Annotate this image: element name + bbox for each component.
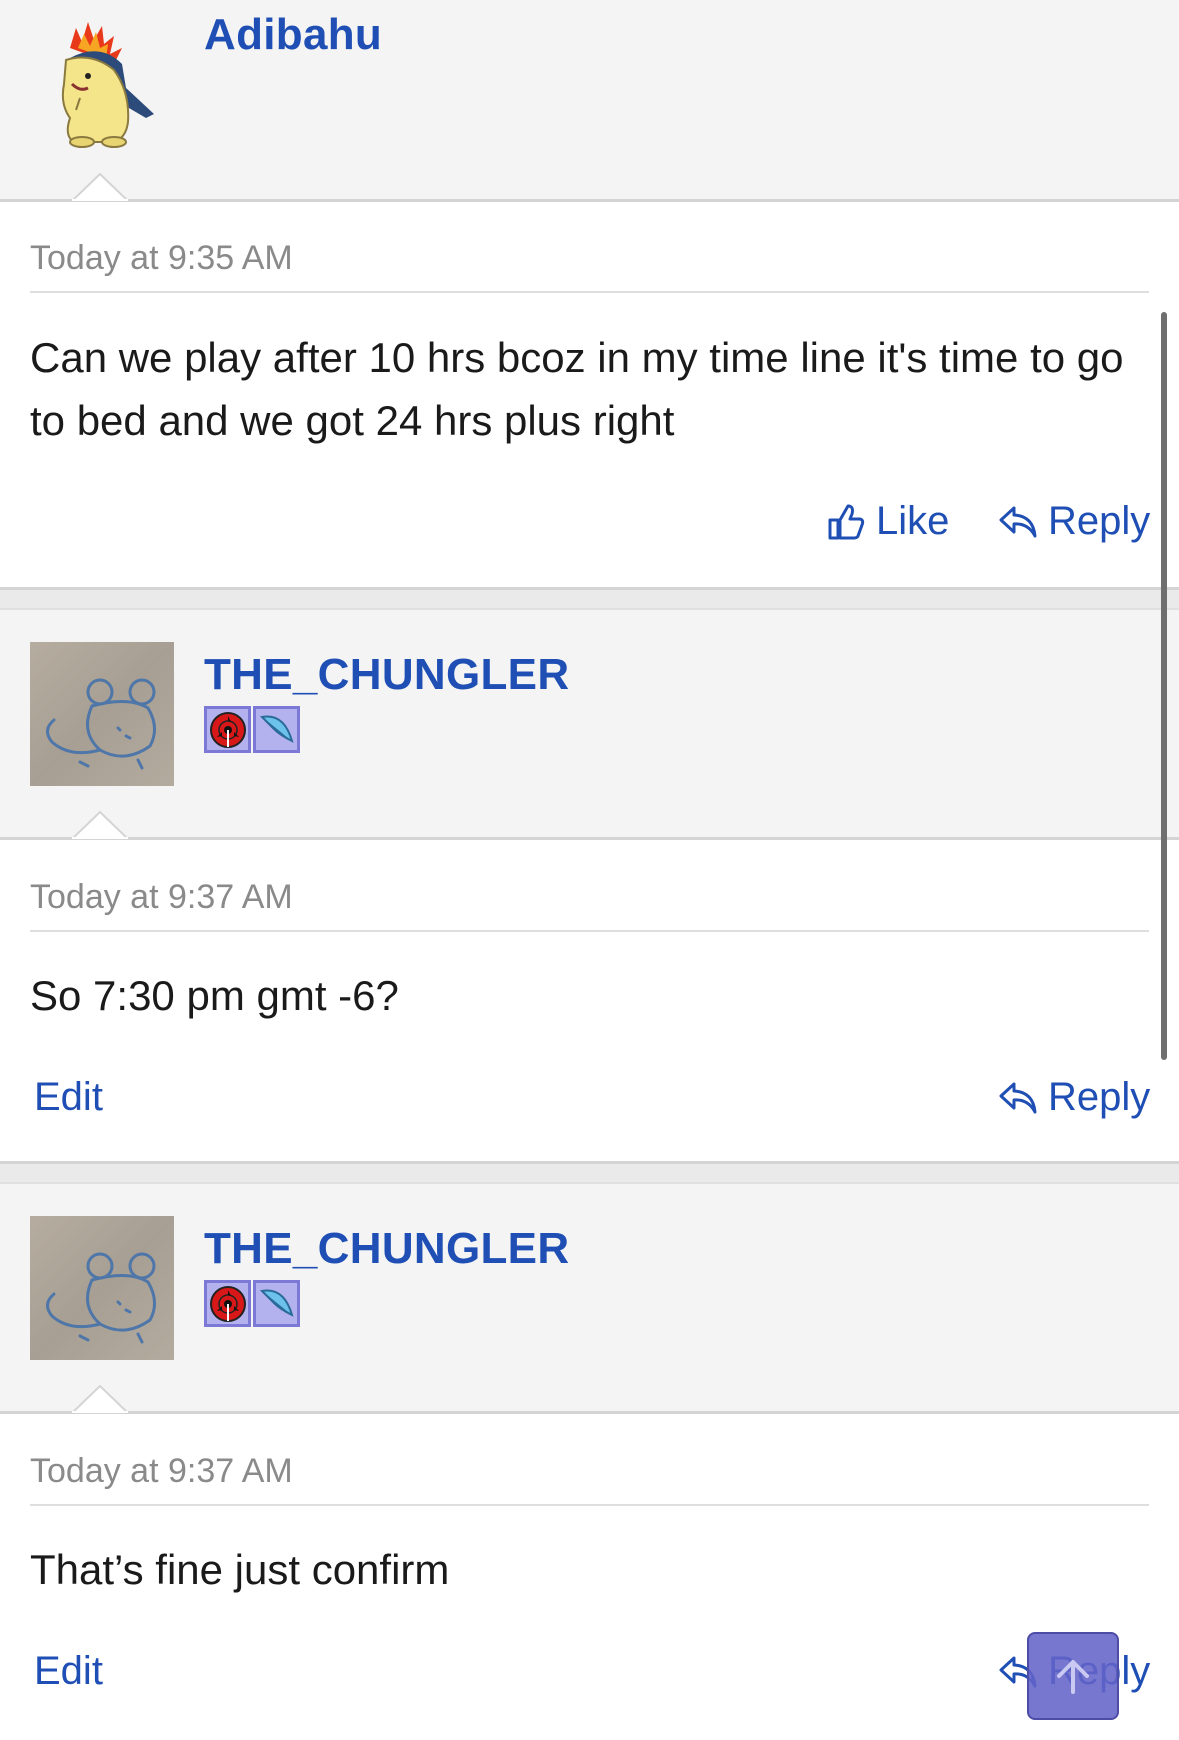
reply-arrow-icon	[999, 506, 1037, 537]
feather-badge-icon	[259, 1289, 294, 1317]
post-timestamp: Today at 9:35 AM	[30, 239, 293, 277]
divider	[30, 291, 1149, 293]
like-button[interactable]: Like	[826, 499, 949, 544]
post-timestamp: Today at 9:37 AM	[30, 1452, 293, 1490]
username[interactable]: THE_CHUNGLER	[204, 650, 569, 700]
reply-arrow-icon	[999, 1082, 1037, 1113]
scrollbar[interactable]	[1161, 312, 1167, 1060]
avatar[interactable]	[30, 642, 174, 786]
post-header: Adibahu	[0, 0, 1179, 202]
caret-pointer	[72, 811, 128, 839]
edit-button[interactable]: Edit	[34, 1649, 103, 1694]
feather-badge-icon	[259, 715, 294, 743]
scroll-to-top-button[interactable]	[1027, 1632, 1119, 1720]
reply-button[interactable]: Reply	[998, 499, 1150, 544]
arrow-up-icon	[1057, 1660, 1089, 1694]
mouse-sketch-avatar-icon	[46, 1252, 156, 1344]
like-label: Like	[876, 499, 950, 543]
divider	[30, 1504, 1149, 1506]
edit-button[interactable]: Edit	[34, 1075, 103, 1120]
username[interactable]: Adibahu	[204, 10, 382, 60]
username[interactable]: THE_CHUNGLER	[204, 1224, 569, 1274]
post-message: Can we play after 10 hrs bcoz in my time…	[30, 334, 1124, 444]
post-body: Today at 9:37 AM So 7:30 pm gmt -6? Edit…	[0, 811, 1179, 1161]
post-body: Today at 9:37 AM That’s fine just confir…	[0, 1385, 1179, 1740]
edit-label: Edit	[34, 1649, 103, 1693]
mouse-sketch-avatar-icon	[46, 678, 156, 770]
badge	[204, 1280, 251, 1327]
reply-label: Reply	[1048, 1075, 1151, 1119]
user-badges	[204, 706, 300, 753]
avatar[interactable]	[30, 1216, 174, 1360]
post-message: That’s fine just confirm	[30, 1546, 450, 1593]
reply-label: Reply	[1048, 499, 1151, 543]
post-header: THE_CHUNGLER	[0, 608, 1179, 840]
divider	[30, 930, 1149, 932]
thumbs-up-icon	[828, 504, 865, 539]
reply-button[interactable]: Reply	[998, 1075, 1150, 1120]
badge	[253, 706, 300, 753]
badge	[253, 1280, 300, 1327]
caret-pointer	[72, 173, 128, 201]
cyndaquil-avatar-icon	[61, 22, 154, 148]
sharingan-badge-icon	[209, 1285, 246, 1322]
user-badges	[204, 1280, 300, 1327]
sharingan-badge-icon	[209, 711, 246, 748]
post-message: So 7:30 pm gmt -6?	[30, 972, 399, 1019]
caret-pointer	[72, 1385, 128, 1413]
post-header: THE_CHUNGLER	[0, 1182, 1179, 1416]
avatar[interactable]	[30, 18, 174, 162]
post-timestamp: Today at 9:37 AM	[30, 878, 293, 916]
post-body: Today at 9:35 AM Can we play after 10 hr…	[0, 173, 1179, 589]
edit-label: Edit	[34, 1075, 103, 1119]
badge	[204, 706, 251, 753]
